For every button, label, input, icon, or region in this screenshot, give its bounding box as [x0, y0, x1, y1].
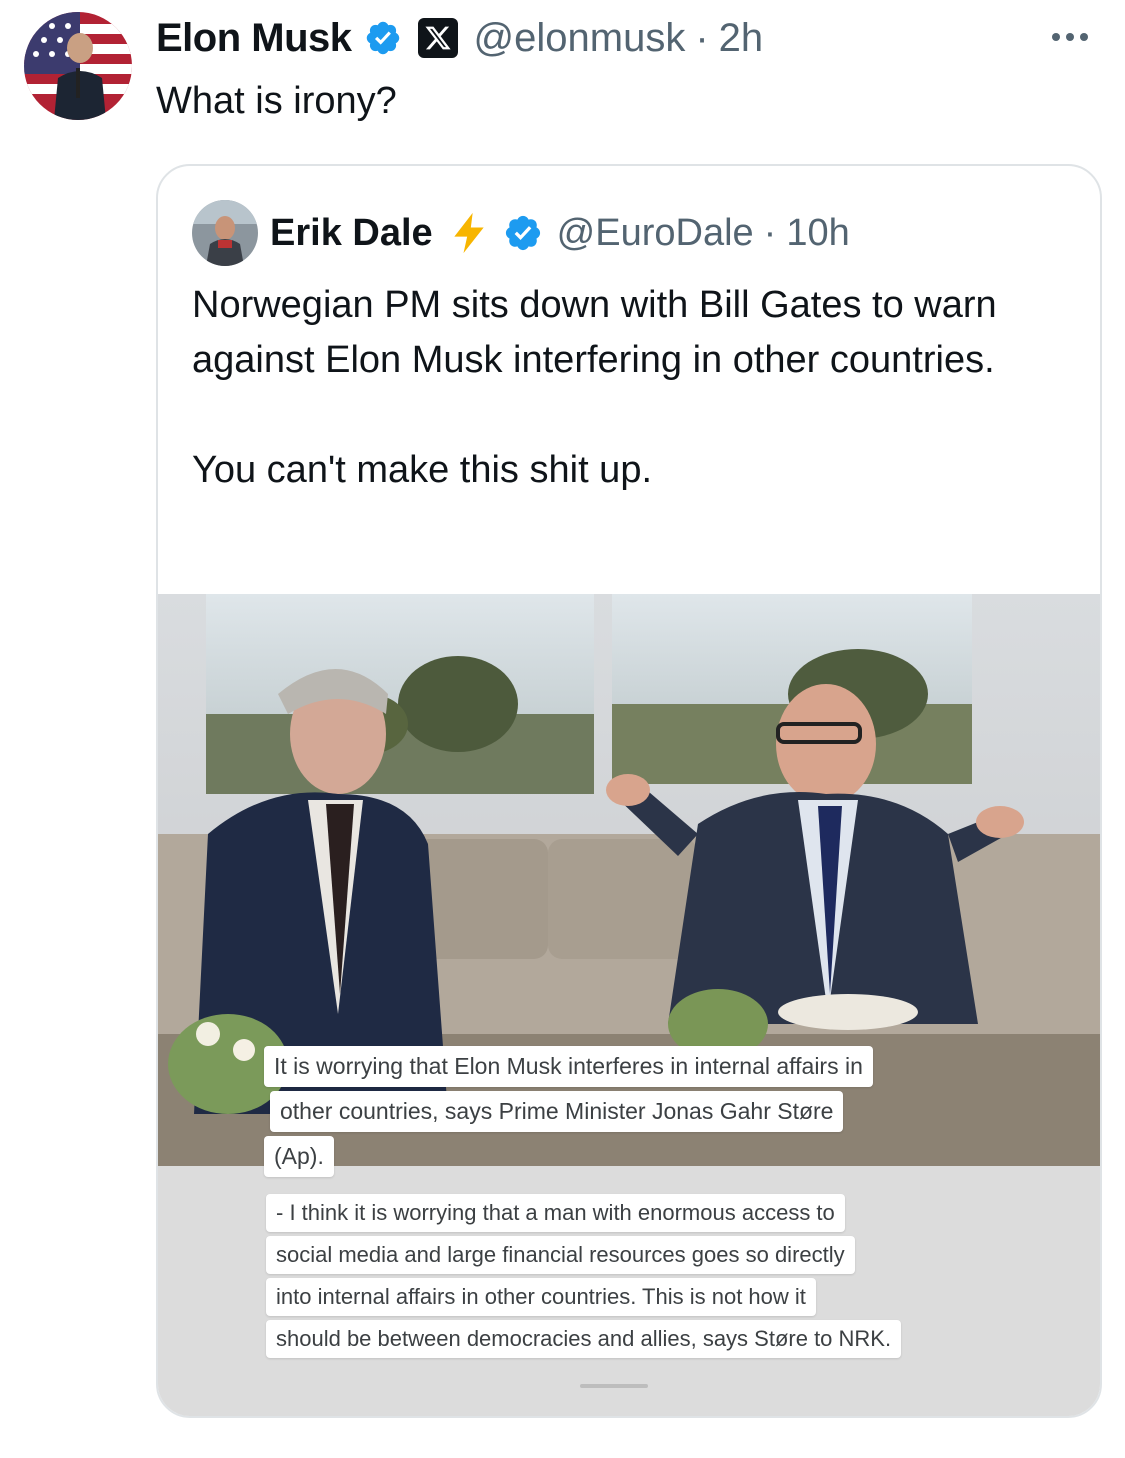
verified-badge-icon [366, 21, 399, 55]
caption-line: into internal affairs in other countries… [266, 1278, 816, 1316]
lightning-bolt-icon [453, 212, 484, 254]
author-avatar[interactable] [24, 12, 132, 120]
caption-quote: - I think it is worrying that a man with… [266, 1194, 1096, 1362]
quoted-author-handle[interactable]: @EuroDale [557, 212, 754, 255]
elon-musk-avatar-icon [24, 12, 132, 120]
quoted-text-paragraph: You can't make this shit up. [192, 449, 653, 491]
media-scroll-indicator[interactable] [580, 1384, 648, 1388]
author-name[interactable]: Elon Musk [156, 16, 352, 61]
caption-line: - I think it is worrying that a man with… [266, 1194, 845, 1232]
quoted-text-paragraph: Norwegian PM sits down with Bill Gates t… [192, 284, 997, 381]
caption-primary: It is worrying that Elon Musk interferes… [264, 1046, 1094, 1181]
quoted-tweet-time[interactable]: 10h [786, 212, 849, 255]
quoted-tweet-text: Norwegian PM sits down with Bill Gates t… [192, 278, 1072, 498]
erik-dale-avatar-icon [192, 200, 258, 266]
tweet-text: What is irony? [156, 80, 397, 122]
quoted-author-name[interactable]: Erik Dale [270, 212, 433, 255]
quoted-header-separator: · [763, 211, 777, 254]
verified-badge-icon [505, 215, 540, 251]
header-separator: · [695, 15, 709, 60]
caption-line: other countries, says Prime Minister Jon… [270, 1091, 844, 1132]
x-logo-icon [417, 18, 458, 58]
tweet-header: Elon Musk @elonmusk · 2h [156, 14, 763, 62]
quoted-tweet-media[interactable]: It is worrying that Elon Musk interferes… [158, 594, 1100, 1416]
caption-line: social media and large financial resourc… [266, 1236, 855, 1274]
caption-line: (Ap). [264, 1136, 334, 1177]
quoted-tweet-header: Erik Dale @EuroDale · 10h [270, 210, 850, 256]
author-handle[interactable]: @elonmusk [474, 16, 686, 61]
tweet-time[interactable]: 2h [719, 16, 764, 61]
quoted-tweet[interactable]: Erik Dale @EuroDale · 10h Norwegian PM s… [156, 164, 1102, 1418]
more-options-icon[interactable] [1052, 33, 1088, 41]
quoted-author-avatar[interactable] [192, 200, 258, 266]
caption-line: should be between democracies and allies… [266, 1320, 902, 1358]
caption-line: It is worrying that Elon Musk interferes… [264, 1046, 873, 1087]
